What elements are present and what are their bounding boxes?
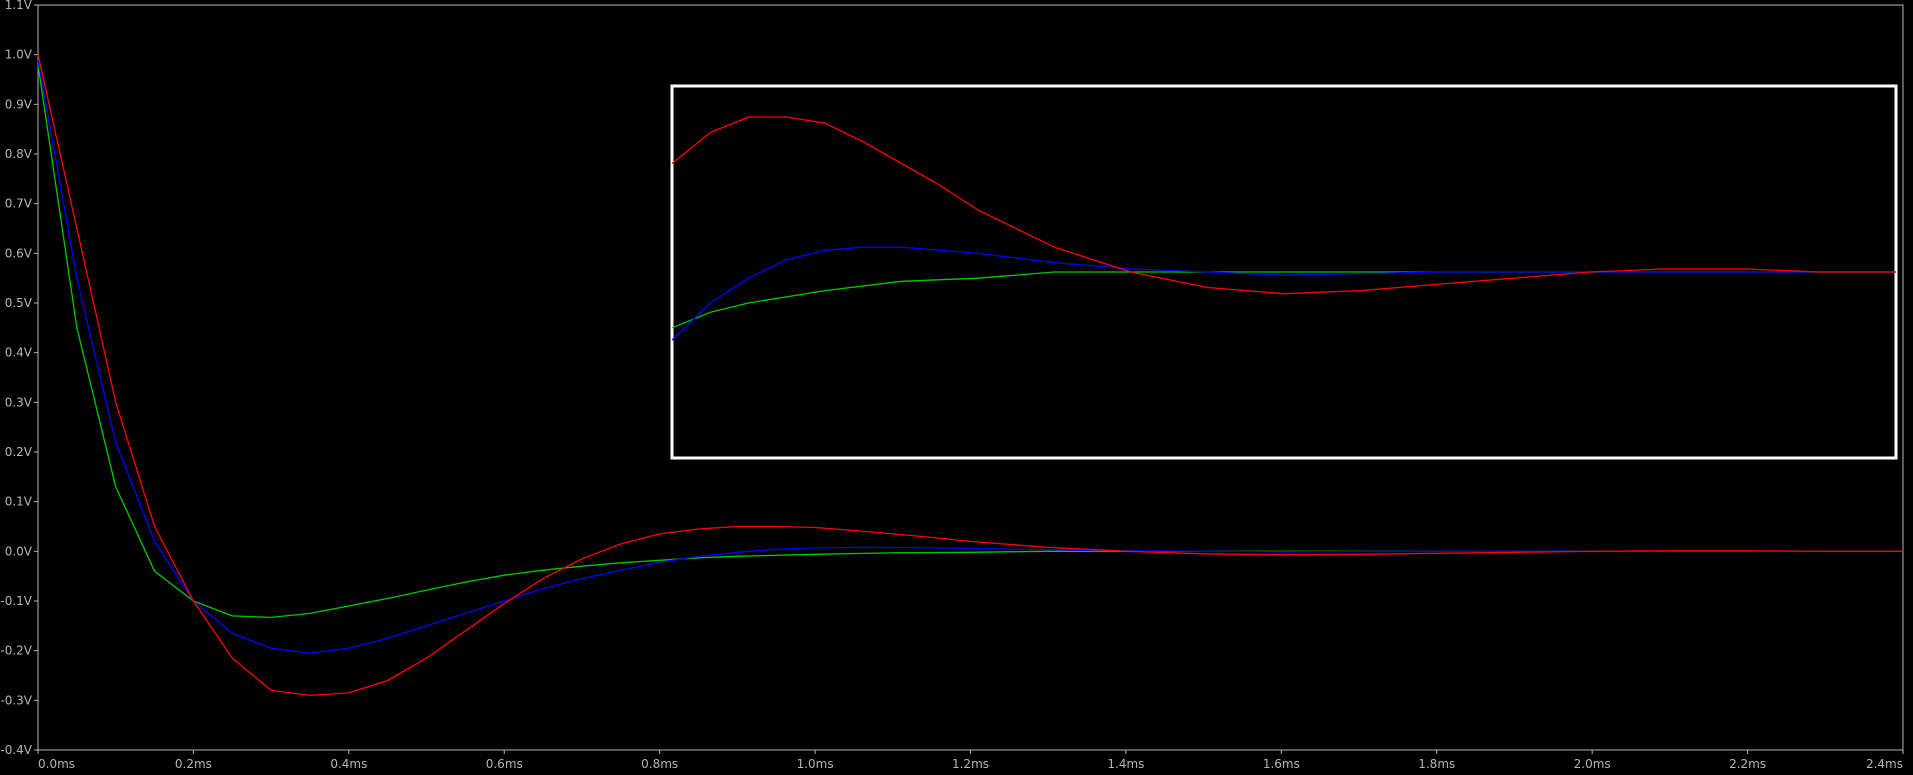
y-tick-label: 0.2V: [5, 445, 33, 459]
x-tick-label: 2.0ms: [1574, 757, 1611, 771]
x-tick-label: 0.8ms: [641, 757, 678, 771]
x-tick-label: 0.4ms: [330, 757, 367, 771]
x-tick-label: 1.6ms: [1263, 757, 1300, 771]
waveform-plot: 1.1V 1.0V 0.9V 0.8V 0.7V 0.6V 0.5V 0.4V 0.3V 0.2V…: [0, 0, 1913, 775]
plot-canvas: 1.1V 1.0V 0.9V 0.8V 0.7V 0.6V 0.5V 0.4V 0.3V 0.2V…: [0, 0, 1904, 771]
y-tick-label: 0.4V: [5, 346, 33, 360]
x-tick-label: 1.8ms: [1418, 757, 1455, 771]
zoom-inset: [670, 84, 1898, 460]
x-tick-label: 1.4ms: [1107, 757, 1144, 771]
x-tick-label: 0.0ms: [38, 757, 75, 771]
x-tick-label: 1.0ms: [797, 757, 834, 771]
y-tick-label: 0.9V: [5, 97, 33, 111]
y-tick-label: -0.4V: [0, 743, 32, 757]
y-tick-label: -0.2V: [0, 644, 32, 658]
y-tick-label: -0.1V: [0, 594, 32, 608]
y-tick-label: 0.7V: [5, 197, 33, 211]
x-tick-label: 0.2ms: [175, 757, 212, 771]
y-tick-label: 0.5V: [5, 296, 33, 310]
y-tick-label: 0.0V: [5, 544, 33, 558]
y-tick-label: 1.1V: [5, 0, 33, 12]
x-tick-label: 0.6ms: [486, 757, 523, 771]
x-tick-label: 2.4ms: [1866, 757, 1903, 771]
y-tick-label: 0.1V: [5, 495, 33, 509]
x-tick-label: 2.2ms: [1729, 757, 1766, 771]
y-tick-label: 0.3V: [5, 395, 33, 409]
y-tick-label: 0.6V: [5, 246, 33, 260]
y-tick-label: 0.8V: [5, 147, 33, 161]
x-tick-label: 1.2ms: [952, 757, 989, 771]
y-tick-label: -0.3V: [0, 693, 32, 707]
y-tick-label: 1.0V: [5, 48, 33, 62]
